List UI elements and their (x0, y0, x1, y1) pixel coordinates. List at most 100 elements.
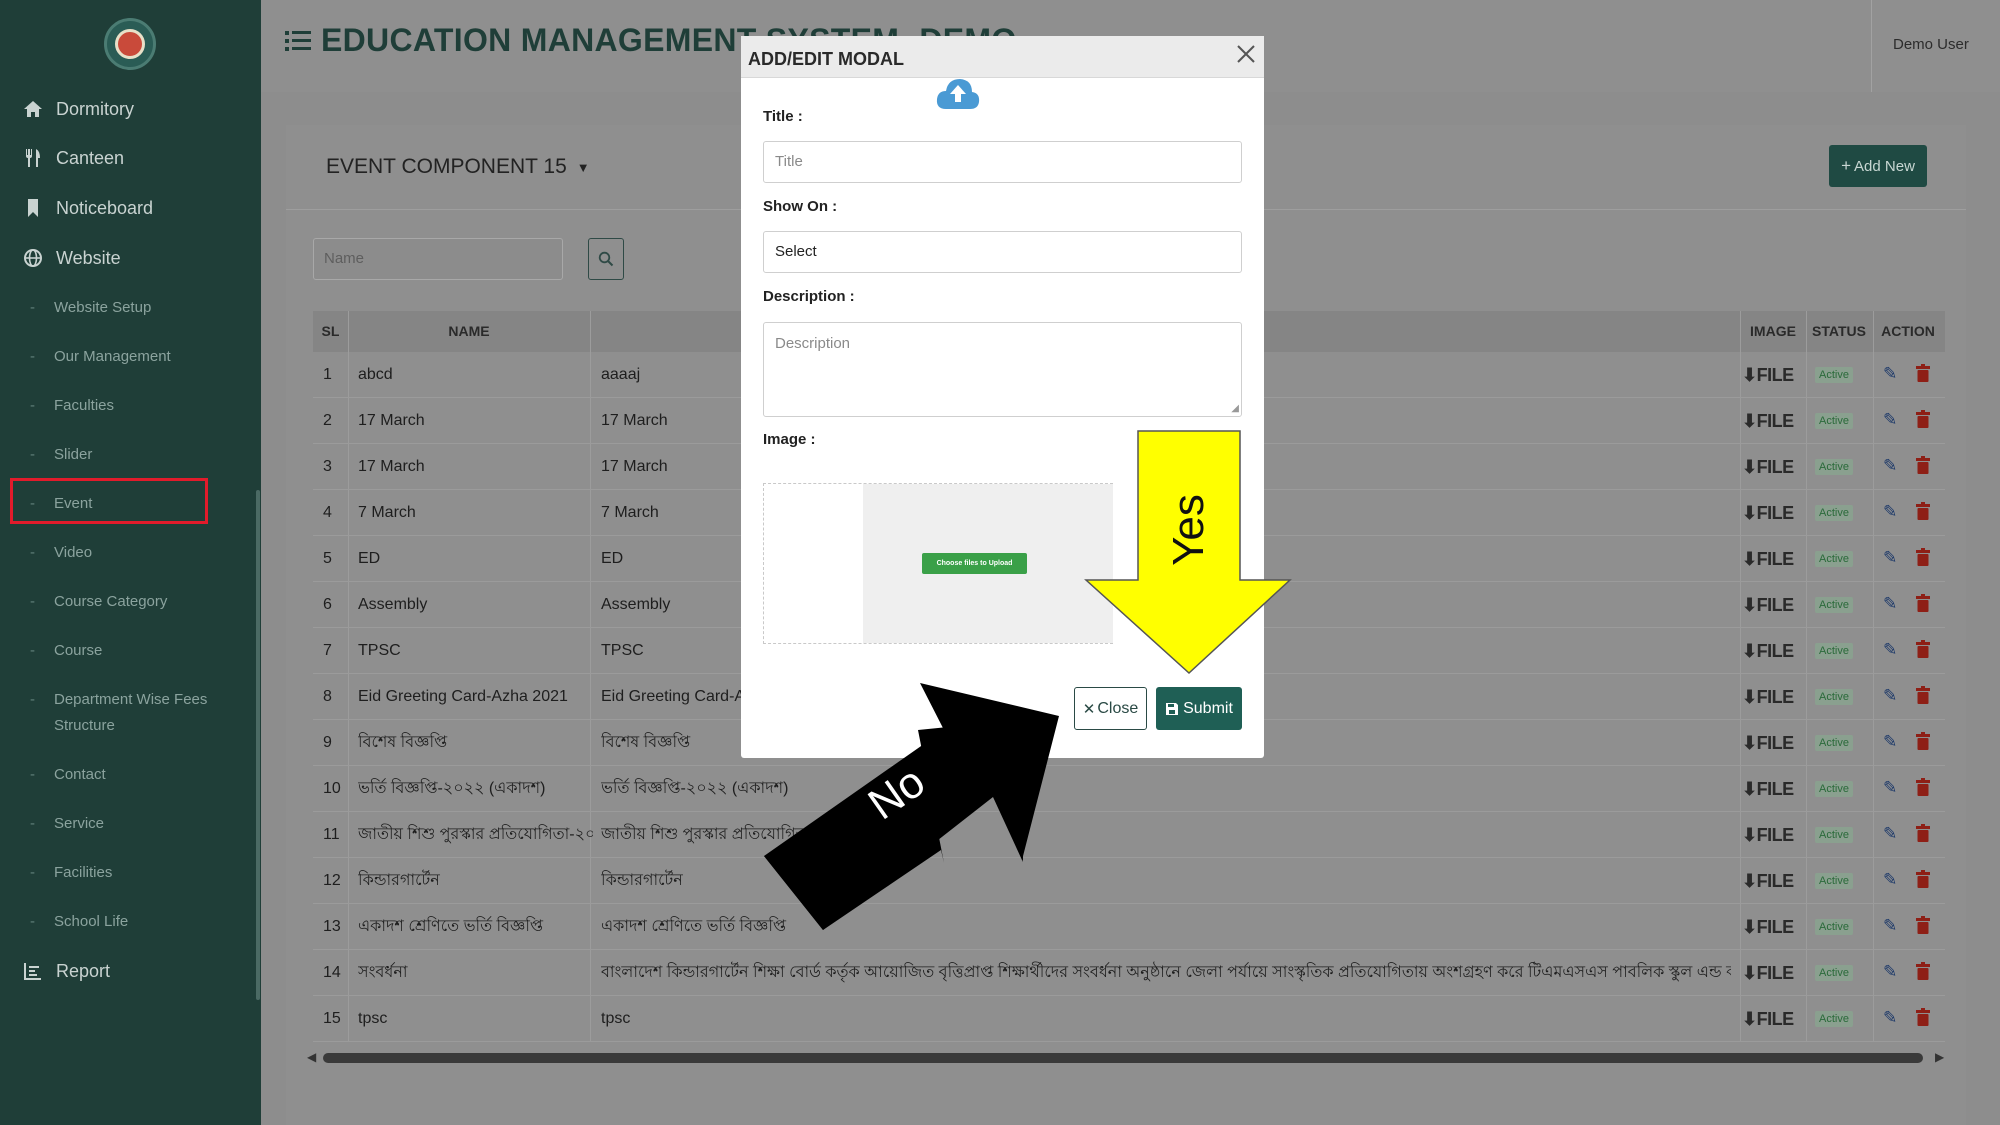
file-download-link[interactable]: ⬇FILE (1742, 812, 1802, 858)
edit-icon[interactable]: ✎ (1883, 502, 1901, 522)
file-download-link[interactable]: ⬇FILE (1742, 490, 1802, 536)
edit-icon[interactable]: ✎ (1883, 732, 1901, 752)
file-download-link[interactable]: ⬇FILE (1742, 996, 1802, 1042)
horizontal-scrollbar[interactable] (323, 1053, 1923, 1063)
file-download-link[interactable]: ⬇FILE (1742, 444, 1802, 490)
choose-files-button[interactable]: Choose files to Upload (922, 553, 1027, 574)
table-row: 14 সংবর্ধনা বাংলাদেশ কিন্ডারগার্টেন শিক্ষা… (313, 950, 1945, 996)
file-download-link[interactable]: ⬇FILE (1742, 720, 1802, 766)
delete-icon[interactable] (1916, 870, 1930, 890)
search-button[interactable] (588, 238, 624, 280)
bookmark-icon (22, 197, 44, 219)
sidebar-subitem-website-setup[interactable]: - Website Setup (30, 295, 151, 321)
status-badge: Active (1815, 367, 1853, 383)
file-download-link[interactable]: ⬇FILE (1742, 858, 1802, 904)
add-edit-modal: ADD/EDIT MODAL Title : Title Show On : S… (741, 36, 1264, 758)
title-input[interactable]: Title (763, 141, 1242, 183)
sidebar-subitem-school-life[interactable]: - School Life (30, 909, 128, 935)
resize-grip-icon[interactable]: ◢ (1231, 403, 1239, 414)
download-icon: ⬇ (1742, 411, 1757, 431)
scroll-left-icon[interactable]: ◀ (307, 1050, 316, 1064)
close-button-label: Close (1097, 699, 1139, 717)
file-download-link[interactable]: ⬇FILE (1742, 352, 1802, 398)
menu-toggle-icon[interactable] (285, 28, 311, 54)
sidebar-subitem-faculties[interactable]: - Faculties (30, 393, 114, 419)
delete-icon[interactable] (1916, 548, 1930, 568)
sidebar-subitem-course-category[interactable]: - Course Category (30, 589, 167, 615)
sidebar-subitem-contact[interactable]: - Contact (30, 762, 106, 788)
image-label: Image : (763, 431, 816, 448)
file-label: FILE (1756, 963, 1795, 983)
delete-icon[interactable] (1916, 594, 1930, 614)
sidebar-subitem-video[interactable]: - Video (30, 540, 92, 566)
submit-button[interactable]: Submit (1156, 687, 1242, 730)
sidebar-subitem-course[interactable]: - Course (30, 638, 102, 664)
edit-icon[interactable]: ✎ (1883, 778, 1901, 798)
delete-icon[interactable] (1916, 916, 1930, 936)
edit-icon[interactable]: ✎ (1883, 548, 1901, 568)
show-on-select[interactable]: Select (763, 231, 1242, 273)
edit-icon[interactable]: ✎ (1883, 962, 1901, 982)
delete-icon[interactable] (1916, 640, 1930, 660)
edit-icon[interactable]: ✎ (1883, 686, 1901, 706)
sidebar-item-noticeboard[interactable]: Noticeboard (22, 197, 153, 219)
sidebar-subitem-our-management[interactable]: - Our Management (30, 344, 171, 370)
edit-icon[interactable]: ✎ (1883, 1008, 1901, 1028)
sidebar-subitem-facilities[interactable]: - Facilities (30, 860, 112, 886)
status-badge: Active (1815, 551, 1853, 567)
name-search-input[interactable]: Name (313, 238, 563, 280)
delete-icon[interactable] (1916, 824, 1930, 844)
delete-icon[interactable] (1916, 456, 1930, 476)
row-sl: 11 (323, 826, 340, 843)
edit-icon[interactable]: ✎ (1883, 364, 1901, 384)
sidebar-item-website[interactable]: Website (22, 247, 121, 269)
file-download-link[interactable]: ⬇FILE (1742, 628, 1802, 674)
delete-icon[interactable] (1916, 778, 1930, 798)
delete-icon[interactable] (1916, 1008, 1930, 1028)
file-download-link[interactable]: ⬇FILE (1742, 536, 1802, 582)
edit-icon[interactable]: ✎ (1883, 870, 1901, 890)
edit-icon[interactable]: ✎ (1883, 410, 1901, 430)
edit-icon[interactable]: ✎ (1883, 456, 1901, 476)
delete-icon[interactable] (1916, 410, 1930, 430)
file-download-link[interactable]: ⬇FILE (1742, 766, 1802, 812)
component-selector[interactable]: EVENT COMPONENT 15 ▼ (326, 155, 590, 179)
description-textarea[interactable]: Description ◢ (763, 322, 1242, 417)
event-highlight-box (10, 478, 208, 524)
file-download-link[interactable]: ⬇FILE (1742, 582, 1802, 628)
logo[interactable] (104, 18, 156, 70)
sidebar-subitem-service[interactable]: - Service (30, 811, 104, 837)
edit-icon[interactable]: ✎ (1883, 594, 1901, 614)
file-download-link[interactable]: ⬇FILE (1742, 398, 1802, 444)
edit-icon[interactable]: ✎ (1883, 824, 1901, 844)
delete-icon[interactable] (1916, 364, 1930, 384)
scroll-right-icon[interactable]: ▶ (1935, 1050, 1944, 1064)
file-label: FILE (1756, 871, 1795, 891)
file-download-link[interactable]: ⬇FILE (1742, 674, 1802, 720)
file-download-link[interactable]: ⬇FILE (1742, 950, 1802, 996)
sidebar-subitem-department-wise-fees[interactable]: - Department Wise Fees Structure (30, 687, 240, 739)
delete-icon[interactable] (1916, 502, 1930, 522)
row-name: সংবর্ধনা (358, 964, 408, 981)
row-name: 7 March (358, 504, 416, 521)
edit-icon[interactable]: ✎ (1883, 640, 1901, 660)
delete-icon[interactable] (1916, 732, 1930, 752)
sidebar-item-report[interactable]: Report (22, 960, 110, 982)
user-menu[interactable]: Demo User (1893, 36, 1969, 53)
delete-icon[interactable] (1916, 962, 1930, 982)
delete-icon[interactable] (1916, 686, 1930, 706)
close-icon[interactable] (1235, 40, 1257, 72)
sidebar-subitem-slider[interactable]: - Slider (30, 442, 92, 468)
table-row: 12 কিন্ডারগার্টেন কিন্ডারগার্টেন ⬇FILE Activ… (313, 858, 1945, 904)
sidebar-item-dormitory[interactable]: Dormitory (22, 98, 134, 120)
file-download-link[interactable]: ⬇FILE (1742, 904, 1802, 950)
edit-icon[interactable]: ✎ (1883, 916, 1901, 936)
close-button[interactable]: ✕ Close (1074, 687, 1147, 730)
status-badge: Active (1815, 597, 1853, 613)
row-sl: 9 (323, 734, 332, 751)
download-icon: ⬇ (1742, 917, 1757, 937)
add-new-button[interactable]: + Add New (1829, 145, 1927, 187)
table-row: 11 জাতীয় শিশু পুরস্কার প্রতিযোগিতা-২০২১ জ… (313, 812, 1945, 858)
sidebar-scrollbar[interactable] (256, 490, 260, 1000)
sidebar-item-canteen[interactable]: Canteen (22, 147, 124, 169)
